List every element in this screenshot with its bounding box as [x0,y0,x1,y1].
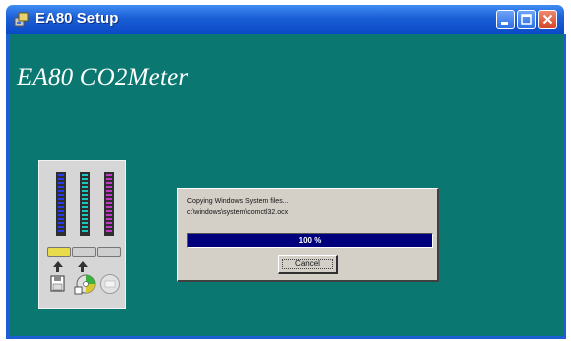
disk-bar-segment [58,222,64,224]
cd-bar-segment [82,206,88,208]
progress-percent: 100 % [298,236,322,245]
focus-rectangle [282,259,333,269]
cd-bar-segment [82,202,88,204]
status-text: Copying Windows System files... [187,198,289,205]
close-icon [542,14,553,25]
system-bar-segment [106,218,112,220]
disk-bar-segment [58,230,64,232]
disk-bar-segment [58,174,64,176]
copy-progress-dialog: Copying Windows System files... c:\windo… [177,188,439,282]
disk-bar-segment [58,182,64,184]
file-path-text: c:\windows\system\comctl32.ocx [187,209,289,216]
disk-bar-segment [58,214,64,216]
cd-bar-segment [82,222,88,224]
system-bar-segment [106,178,112,180]
setup-window: EA80 Setup EA80 CO2Meter Copying Windows… [0,0,571,341]
cd-bar-segment [82,214,88,216]
disk-progress-bar [56,172,66,236]
minimize-icon [501,22,508,25]
cd-bar-segment [82,226,88,228]
cd-bar-segment [82,178,88,180]
cd-bar-segment [82,230,88,232]
cd-bar-segment [82,198,88,200]
product-heading: EA80 CO2Meter [17,64,189,91]
title-bar[interactable]: EA80 Setup [6,5,564,34]
window-border-right [563,34,566,336]
cancel-button[interactable]: Cancel [278,255,338,274]
meter-panel [38,160,126,309]
cd-slot-indicator [72,247,96,257]
system-bar-segment [106,190,112,192]
floppy-disk-icon [50,275,65,292]
system-bar-segment [106,206,112,208]
disk-bar-segment [58,210,64,212]
system-bar-segment [106,210,112,212]
cd-bar-segment [82,190,88,192]
cd-bar-segment [82,210,88,212]
system-bar-segment [106,198,112,200]
maximize-icon [521,14,532,25]
cd-install-icon [74,274,96,295]
system-bar-segment [106,214,112,216]
system-bar-segment [106,174,112,176]
disk-bar-segment [58,202,64,204]
close-button[interactable] [538,10,557,29]
cd-bar-segment [82,174,88,176]
disk-bar-segment [58,206,64,208]
computer-icon [100,274,120,294]
cd-bar-segment [82,182,88,184]
floppy-slot-indicator [47,247,71,257]
cd-bar-segment [82,218,88,220]
cd-progress-bar [80,172,90,236]
window-border-bottom [6,336,566,339]
maximize-button[interactable] [517,10,536,29]
disk-bar-segment [58,186,64,188]
copy-progress-bar: 100 % [187,233,433,248]
system-bar-segment [106,226,112,228]
disk-bar-segment [58,178,64,180]
disk-bar-segment [58,190,64,192]
disk-bar-segment [58,226,64,228]
arrow-stem [56,267,59,272]
system-slot-indicator [97,247,121,257]
cd-bar-segment [82,186,88,188]
system-progress-bar [104,172,114,236]
system-bar-segment [106,202,112,204]
disk-bar-segment [58,218,64,220]
window-title: EA80 Setup [35,10,119,27]
arrow-stem [81,267,84,272]
minimize-button[interactable] [496,10,515,29]
system-bar-segment [106,194,112,196]
disk-bar-segment [58,194,64,196]
system-bar-segment [106,182,112,184]
system-bar-segment [106,230,112,232]
setup-app-icon [14,12,29,27]
cd-bar-segment [82,194,88,196]
setup-background: EA80 CO2Meter Copying Windows System fil… [10,34,563,336]
disk-bar-segment [58,198,64,200]
system-bar-segment [106,222,112,224]
system-bar-segment [106,186,112,188]
